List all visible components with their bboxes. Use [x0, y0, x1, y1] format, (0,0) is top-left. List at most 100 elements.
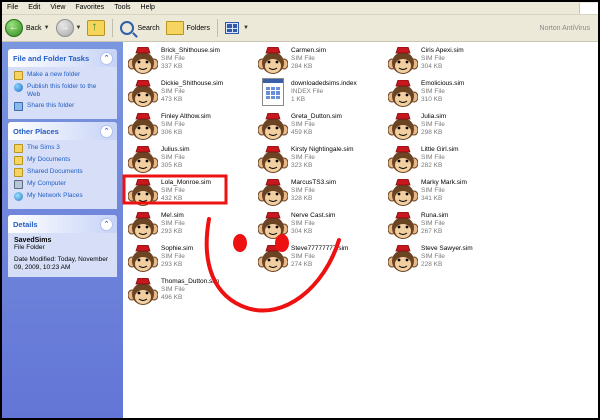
file-type: SIM File	[161, 187, 185, 194]
task-share-folder[interactable]: Share this folder	[14, 102, 111, 111]
file-name: Finley Althow.sim	[161, 113, 211, 120]
place-my-network-places[interactable]: My Network Places	[14, 192, 111, 201]
menu-view[interactable]: View	[45, 2, 70, 14]
up-folder-icon	[87, 19, 106, 36]
folders-button[interactable]: Folders	[163, 17, 213, 39]
file-item[interactable]: MarcusTS3.sim SIM File 328 KB	[257, 177, 388, 209]
file-item[interactable]: Greta_Dutton.sim SIM File 459 KB	[257, 111, 388, 143]
file-size: 310 KB	[421, 96, 443, 103]
file-item[interactable]: Carmen.sim SIM File 284 KB	[257, 45, 388, 77]
explorer-window: File Edit View Favorites Tools Help ← Ba…	[2, 2, 598, 418]
file-size: 473 KB	[161, 96, 183, 103]
chevron-down-icon: ▼	[75, 25, 82, 31]
file-name: downloadedsims.index	[291, 80, 357, 87]
file-name: Julius.sim	[161, 146, 190, 153]
file-item[interactable]: Nerve Cast.sim SIM File 304 KB	[257, 210, 388, 242]
place-shared-documents[interactable]: Shared Documents	[14, 168, 111, 177]
file-item[interactable]: Steve77777777.sim SIM File 274 KB	[257, 243, 388, 275]
file-size: 267 KB	[421, 228, 443, 235]
file-item[interactable]: Me!.sim SIM File 293 KB	[127, 210, 258, 242]
place-label: My Network Places	[27, 192, 83, 199]
file-item[interactable]: Marky Mark.sim SIM File 341 KB	[387, 177, 518, 209]
task-publish-folder[interactable]: Publish this folder to the Web	[14, 83, 111, 99]
menu-file[interactable]: File	[2, 2, 23, 14]
file-item[interactable]: Brick_Shithouse.sim SIM File 337 KB	[127, 45, 258, 77]
file-name: Steve Sawyer.sim	[421, 245, 473, 252]
forward-button[interactable]: → ▼	[53, 17, 85, 39]
file-item[interactable]: Dickie_Shithouse.sim SIM File 473 KB	[127, 78, 258, 110]
collapse-icon[interactable]: ⌃	[100, 52, 113, 65]
place-my-computer[interactable]: My Computer	[14, 180, 111, 189]
details-header[interactable]: Details ⌃	[8, 215, 117, 233]
windows-logo-icon	[579, 2, 598, 14]
file-size: 306 KB	[161, 129, 183, 136]
file-type: SIM File	[291, 187, 315, 194]
task-make-new-folder[interactable]: Make a new folder	[14, 71, 111, 80]
folder-icon	[14, 144, 23, 153]
index-file-icon	[262, 78, 284, 106]
file-type: SIM File	[291, 220, 315, 227]
file-name: Marky Mark.sim	[421, 179, 467, 186]
norton-antivirus-label[interactable]: Norton AntiVirus	[540, 25, 598, 32]
file-item[interactable]: Thomas_Dutton.sim SIM File 496 KB	[127, 276, 258, 308]
file-item[interactable]: Emolicious.sim SIM File 310 KB	[387, 78, 518, 110]
file-item[interactable]: Sophie.sim SIM File 293 KB	[127, 243, 258, 275]
file-name: Nerve Cast.sim	[291, 212, 336, 219]
sim-file-icon	[257, 111, 289, 141]
back-button[interactable]: ← Back ▼	[2, 17, 53, 39]
task-label: Make a new folder	[27, 71, 81, 78]
file-name: Steve77777777.sim	[291, 245, 349, 252]
menu-edit[interactable]: Edit	[23, 2, 45, 14]
file-type: SIM File	[421, 154, 445, 161]
views-button[interactable]: ▼	[222, 17, 252, 39]
file-item[interactable]: downloadedsims.index INDEX File 1 KB	[258, 78, 388, 110]
search-button[interactable]: Search	[117, 17, 162, 39]
file-type: SIM File	[291, 253, 315, 260]
other-places-header[interactable]: Other Places ⌃	[8, 122, 117, 140]
details-folder-kind: File Folder	[14, 244, 45, 251]
details-date-modified: Date Modified: Today, November 09, 2009,…	[14, 256, 109, 271]
computer-icon	[14, 180, 23, 189]
file-item[interactable]: Lola_Monroe.sim SIM File 432 KB	[127, 177, 258, 209]
place-my-documents[interactable]: My Documents	[14, 156, 111, 165]
file-name: Emolicious.sim	[421, 80, 465, 87]
file-item[interactable]: Finley Althow.sim SIM File 306 KB	[127, 111, 258, 143]
menu-tools[interactable]: Tools	[109, 2, 135, 14]
file-size: 293 KB	[161, 261, 183, 268]
panel-title: Other Places	[13, 126, 59, 136]
sim-file-icon	[127, 144, 159, 174]
task-label: Share this folder	[27, 102, 75, 109]
file-name: MarcusTS3.sim	[291, 179, 337, 186]
sim-file-icon	[387, 45, 419, 75]
collapse-icon[interactable]: ⌃	[100, 125, 113, 138]
place-label: Shared Documents	[27, 168, 83, 175]
task-pane: File and Folder Tasks ⌃ Make a new folde…	[2, 42, 123, 418]
file-item[interactable]: Julia.sim SIM File 298 KB	[387, 111, 518, 143]
file-item[interactable]: Steve Sawyer.sim SIM File 228 KB	[387, 243, 518, 275]
details-panel: Details ⌃ SavedSims File Folder Date Mod…	[8, 215, 117, 277]
menu-bar: File Edit View Favorites Tools Help	[2, 2, 598, 15]
place-the-sims-3[interactable]: The Sims 3	[14, 144, 111, 153]
file-item[interactable]: Ciris Apexi.sim SIM File 304 KB	[387, 45, 518, 77]
file-size: 1 KB	[291, 96, 306, 103]
file-item[interactable]: Julius.sim SIM File 305 KB	[127, 144, 258, 176]
file-type: SIM File	[161, 286, 185, 293]
sim-file-icon	[127, 78, 159, 108]
file-type: SIM File	[161, 154, 185, 161]
file-name: Brick_Shithouse.sim	[161, 47, 220, 54]
sim-file-icon	[387, 78, 419, 108]
menu-favorites[interactable]: Favorites	[70, 2, 109, 14]
menu-help[interactable]: Help	[136, 2, 160, 14]
file-size: 274 KB	[291, 261, 313, 268]
file-size: 496 KB	[161, 294, 183, 301]
collapse-icon[interactable]: ⌃	[100, 218, 113, 231]
file-size: 305 KB	[161, 162, 183, 169]
file-size: 432 KB	[161, 195, 183, 202]
file-item[interactable]: Runa.sim SIM File 267 KB	[387, 210, 518, 242]
file-folder-tasks-header[interactable]: File and Folder Tasks ⌃	[8, 49, 117, 67]
back-label: Back	[26, 24, 42, 32]
file-item[interactable]: Little Girl.sim SIM File 282 KB	[387, 144, 518, 176]
up-folder-button[interactable]	[84, 17, 108, 39]
new-folder-icon	[14, 71, 23, 80]
file-item[interactable]: Kirsty Nightingale.sim SIM File 323 KB	[257, 144, 388, 176]
